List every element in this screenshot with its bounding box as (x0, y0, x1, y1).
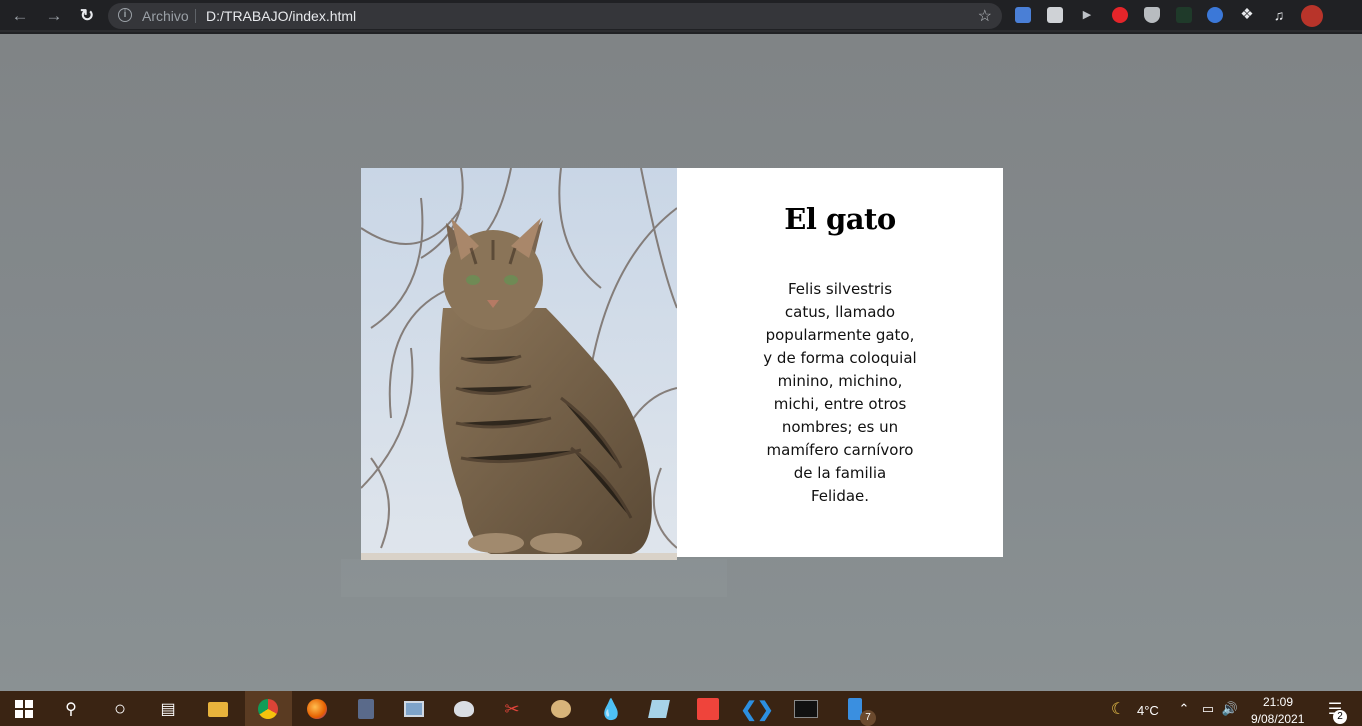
puzzle-icon[interactable]: ❖ (1239, 7, 1255, 23)
notifications-count: 2 (1333, 710, 1347, 724)
moon-weather-icon[interactable]: ☾ (1106, 697, 1130, 721)
clock-date[interactable]: 9/08/2021 (1251, 712, 1304, 726)
file-explorer-icon[interactable] (206, 697, 230, 721)
snipping-tool-icon[interactable]: ✂ (500, 697, 524, 721)
task-view-icon[interactable]: ▤ (156, 697, 180, 721)
url-text[interactable]: D:/TRABAJO/index.html (206, 8, 356, 24)
extension-icon[interactable] (1047, 7, 1063, 23)
archivo-label: Archivo (142, 8, 189, 24)
shadow-strip (341, 559, 727, 597)
description-line: Felidae. (810, 487, 870, 505)
description-line: minino, michino, (777, 372, 903, 390)
play-extension-icon[interactable]: ▶ (1079, 7, 1095, 23)
taskbar: ⚲ ○ ▤ ✂ 💧 ❮❯ 7 ☾ 4°C ⌃ ▭ 🔊 21:09 9/08/20… (0, 691, 1362, 726)
monitor-extension-icon[interactable] (1176, 7, 1192, 23)
chrome-icon[interactable] (256, 697, 280, 721)
description-line: nombres; es un (781, 418, 899, 436)
description-line: de la familia (793, 464, 887, 482)
firefox-icon[interactable] (305, 697, 329, 721)
description-line: michi, entre otros (773, 395, 907, 413)
description-line: Felis silvestris (787, 280, 893, 298)
search-icon[interactable]: ⚲ (59, 697, 83, 721)
star-icon[interactable]: ☆ (978, 6, 992, 26)
media-icon[interactable]: ♫ (1271, 7, 1287, 23)
text-column: El gato Felis silvestris catus, llamado … (677, 168, 1003, 557)
terminal-icon[interactable] (794, 697, 818, 721)
badge-count: 7 (860, 710, 876, 726)
chevron-up-icon[interactable]: ⌃ (1172, 697, 1196, 721)
volume-icon[interactable]: 🔊 (1218, 697, 1242, 721)
battery-icon[interactable]: ▭ (1196, 697, 1220, 721)
temperature[interactable]: 4°C (1137, 703, 1159, 718)
shield-extension-icon[interactable] (1144, 7, 1160, 23)
forward-arrow-icon[interactable]: → (42, 4, 66, 28)
browser-toolbar: ← → ↻ i Archivo D:/TRABAJO/index.html ☆ … (0, 0, 1362, 32)
description-line: popularmente gato, (765, 326, 915, 344)
cat-photo (361, 168, 677, 560)
compass-extension-icon[interactable] (1207, 7, 1223, 23)
notes-icon[interactable] (647, 697, 671, 721)
cat-card: El gato Felis silvestris catus, llamado … (361, 168, 1003, 560)
adblock-extension-icon[interactable] (1112, 7, 1128, 23)
description-line: catus, llamado (784, 303, 896, 321)
page-viewport: El gato Felis silvestris catus, llamado … (0, 34, 1362, 691)
computer-icon[interactable] (402, 697, 426, 721)
clock-time[interactable]: 21:09 (1263, 695, 1293, 709)
paint-icon[interactable] (452, 697, 476, 721)
description-line: mamífero carnívoro (766, 441, 914, 459)
description-line: y de forma coloquial (763, 349, 917, 367)
anydesk-icon[interactable] (696, 697, 720, 721)
back-arrow-icon[interactable]: ← (8, 4, 32, 28)
reload-icon[interactable]: ↻ (75, 4, 99, 28)
translate-extension-icon[interactable] (1015, 7, 1031, 23)
info-icon[interactable]: i (118, 8, 132, 22)
vscode-icon[interactable]: ❮❯ (740, 697, 774, 721)
cortana-icon[interactable]: ○ (108, 697, 132, 721)
drop-icon[interactable]: 💧 (599, 697, 624, 721)
windows-start-icon[interactable] (12, 697, 36, 721)
separator (195, 9, 196, 23)
address-bar[interactable]: i Archivo D:/TRABAJO/index.html ☆ (108, 3, 1002, 29)
page-title: El gato (784, 202, 896, 236)
paint-palette-icon[interactable] (549, 697, 573, 721)
calculator-icon[interactable] (354, 697, 378, 721)
description: Felis silvestris catus, llamado popularm… (761, 278, 919, 508)
profile-avatar-icon[interactable] (1301, 5, 1323, 27)
